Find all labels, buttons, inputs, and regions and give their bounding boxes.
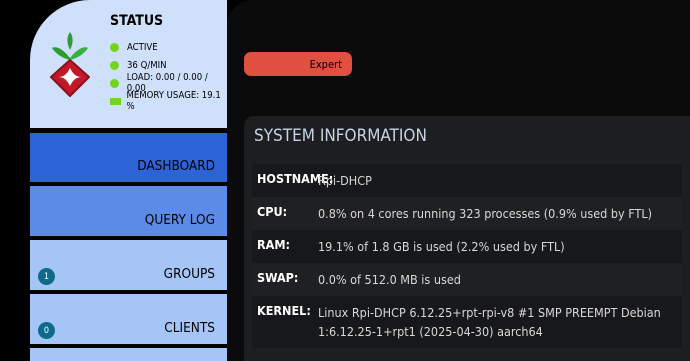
main-panel: Expert SYSTEM INFORMATION HOSTNAME: Rpi-…	[227, 0, 690, 361]
nav-next-item[interactable]	[30, 348, 227, 361]
nav-dashboard-label: DASHBOARD	[137, 158, 215, 174]
system-information-card: SYSTEM INFORMATION HOSTNAME: Rpi-DHCP CP…	[244, 116, 690, 361]
nav-clients[interactable]: 0 CLIENTS	[30, 294, 227, 344]
status-title: STATUS	[110, 13, 164, 29]
status-panel: STATUS ACTIVE 36 Q/MIN LOAD: 0.00 / 0.00…	[30, 0, 227, 128]
status-memory: MEMORY USAGE: 19.1 %	[110, 90, 227, 112]
status-memory-label: MEMORY USAGE: 19.1 %	[126, 90, 221, 112]
status-active: ACTIVE	[110, 38, 227, 56]
status-qpm-label: 36 Q/MIN	[127, 59, 167, 71]
nav-clients-label: CLIENTS	[164, 320, 215, 336]
load-icon	[110, 78, 119, 88]
status-list: ACTIVE 36 Q/MIN LOAD: 0.00 / 0.00 / 0.00…	[110, 38, 227, 112]
info-key: SWAP:	[257, 270, 299, 285]
info-value: Rpi-DHCP	[318, 173, 372, 188]
info-row-ram: RAM: 19.1% of 1.8 GB is used (2.2% used …	[252, 230, 682, 263]
info-row-kernel: KERNEL: Linux Rpi-DHCP 6.12.25+rpt-rpi-v…	[252, 296, 682, 348]
nav-groups[interactable]: 1 GROUPS	[30, 240, 227, 290]
queries-per-minute-icon	[110, 60, 119, 70]
info-key: CPU:	[257, 204, 288, 219]
pihole-logo-icon	[50, 32, 90, 97]
info-value: 0.8% on 4 cores running 323 processes (0…	[318, 206, 653, 221]
memory-icon	[110, 97, 121, 105]
info-key: HOSTNAME:	[257, 171, 334, 186]
info-row-swap: SWAP: 0.0% of 512.0 MB is used	[252, 263, 682, 296]
info-key: KERNEL:	[257, 303, 311, 318]
info-value: Linux Rpi-DHCP 6.12.25+rpt-rpi-v8 #1 SMP…	[318, 305, 661, 339]
nav-query-log[interactable]: QUERY LOG	[30, 186, 227, 236]
nav-dashboard[interactable]: DASHBOARD	[30, 133, 227, 182]
status-active-icon	[110, 42, 119, 52]
info-row-cpu: CPU: 0.8% on 4 cores running 323 process…	[252, 197, 682, 230]
system-info-table: HOSTNAME: Rpi-DHCP CPU: 0.8% on 4 cores …	[252, 164, 682, 348]
card-title: SYSTEM INFORMATION	[254, 126, 427, 146]
info-value: 19.1% of 1.8 GB is used (2.2% used by FT…	[318, 239, 565, 254]
expert-mode-button[interactable]: Expert	[244, 52, 352, 76]
nav-groups-label: GROUPS	[163, 266, 215, 282]
sidebar: STATUS ACTIVE 36 Q/MIN LOAD: 0.00 / 0.00…	[30, 0, 227, 361]
nav-query-log-label: QUERY LOG	[144, 212, 215, 228]
info-value: 0.0% of 512.0 MB is used	[318, 272, 461, 287]
groups-count-badge: 1	[38, 268, 55, 285]
info-key: RAM:	[257, 237, 291, 252]
clients-count-badge: 0	[38, 322, 55, 339]
info-row-hostname: HOSTNAME: Rpi-DHCP	[252, 164, 682, 197]
status-active-label: ACTIVE	[127, 41, 158, 53]
